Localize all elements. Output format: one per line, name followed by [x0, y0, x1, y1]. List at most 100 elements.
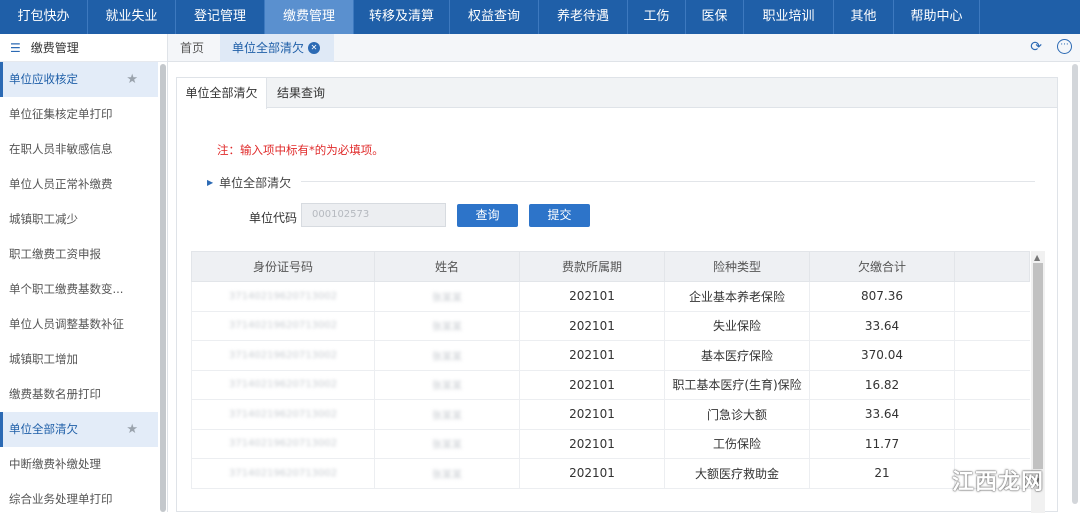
sidebar-header: ☰ 缴费管理 — [0, 34, 167, 62]
section-title-text: 单位全部清欠 — [219, 174, 291, 191]
panel-tab-result[interactable]: 结果查询 — [277, 78, 325, 108]
nav-item-gongshang[interactable]: 工伤 — [628, 0, 686, 34]
scroll-thumb[interactable] — [1033, 263, 1043, 469]
cell-amount: 11.77 — [810, 429, 955, 459]
table-row[interactable]: 37140219620713002 张某某 202101 基本医疗保险 370.… — [192, 341, 1030, 371]
unit-code-label: 单位代码 — [249, 209, 297, 226]
sidebar-item[interactable]: 城镇职工增加 — [0, 342, 158, 377]
triangle-right-icon: ▶ — [207, 178, 213, 187]
col-amount[interactable]: 欠缴合计 — [810, 252, 955, 282]
star-icon[interactable]: ★ — [126, 412, 138, 447]
panel-tabs: 单位全部清欠 结果查询 — [177, 78, 1057, 108]
col-id[interactable]: 身份证号码 — [192, 252, 375, 282]
nav-item-yibao[interactable]: 医保 — [686, 0, 744, 34]
panel-tab-qingqian[interactable]: 单位全部清欠 — [177, 78, 267, 109]
sidebar-item[interactable]: 职工缴费工资申报 — [0, 237, 158, 272]
cell-id: 37140219620713002 — [192, 370, 375, 400]
sidebar-item-label: 综合业务处理单打印 — [9, 492, 113, 506]
col-extra — [955, 252, 1030, 282]
nav-item-jiuye[interactable]: 就业失业 — [88, 0, 176, 34]
col-name[interactable]: 姓名 — [375, 252, 520, 282]
sidebar-item[interactable]: 城镇职工减少 — [0, 202, 158, 237]
submit-button[interactable]: 提交 — [529, 204, 590, 227]
sidebar-item-label: 单位应收核定 — [9, 72, 78, 86]
tab-current[interactable]: 单位全部清欠 ✕ — [220, 34, 334, 62]
cell-id: 37140219620713002 — [192, 311, 375, 341]
table-header-row: 身份证号码 姓名 费款所属期 险种类型 欠缴合计 — [192, 252, 1030, 282]
tab-current-label: 单位全部清欠 — [232, 41, 304, 55]
cell-name: 张某某 — [375, 400, 520, 430]
cell-period: 202101 — [520, 459, 665, 489]
refresh-icon[interactable]: ⟳ — [1030, 39, 1042, 55]
sidebar-item[interactable]: 单位人员调整基数补征 — [0, 307, 158, 342]
cell-id: 37140219620713002 — [192, 459, 375, 489]
cell-amount: 807.36 — [810, 282, 955, 312]
table-row[interactable]: 37140219620713002 张某某 202101 失业保险 33.64 — [192, 311, 1030, 341]
nav-item-help[interactable]: 帮助中心 — [894, 0, 980, 34]
unit-code-input[interactable]: 000102573 — [301, 203, 446, 227]
sidebar-item-label: 缴费基数名册打印 — [9, 387, 101, 401]
cell-type: 门急诊大额 — [665, 400, 810, 430]
sidebar-item-label: 单位全部清欠 — [9, 422, 78, 436]
star-icon[interactable]: ★ — [126, 62, 138, 97]
cell-type: 企业基本养老保险 — [665, 282, 810, 312]
sidebar-item[interactable]: 单位人员正常补缴费 — [0, 167, 158, 202]
sidebar-item-label: 单位人员正常补缴费 — [9, 177, 113, 191]
cell-period: 202101 — [520, 311, 665, 341]
nav-item-jiaofei[interactable]: 缴费管理 — [265, 0, 354, 34]
sidebar-item[interactable]: 单个职工缴费基数变... — [0, 272, 158, 307]
sidebar-item-label: 单个职工缴费基数变... — [9, 282, 123, 296]
sidebar-item[interactable]: 缴费基数名册打印 — [0, 377, 158, 412]
sidebar-item-label: 单位人员调整基数补征 — [9, 317, 124, 331]
nav-item-qita[interactable]: 其他 — [834, 0, 894, 34]
watermark-logo: 江西龙网 — [952, 464, 1044, 496]
cell-type: 基本医疗保险 — [665, 341, 810, 371]
table-row[interactable]: 37140219620713002 张某某 202101 门急诊大额 33.64 — [192, 400, 1030, 430]
sidebar-item-label: 城镇职工增加 — [9, 352, 78, 366]
col-type[interactable]: 险种类型 — [665, 252, 810, 282]
tab-home[interactable]: 首页 — [180, 34, 204, 62]
cell-id: 37140219620713002 — [192, 400, 375, 430]
cell-name: 张某某 — [375, 311, 520, 341]
tab-bar: 首页 单位全部清欠 ✕ ⟳ ··· — [168, 34, 1080, 62]
sidebar-item[interactable]: 单位征集核定单打印 — [0, 97, 158, 132]
nav-item-dabao[interactable]: 打包快办 — [0, 0, 88, 34]
nav-item-zhuanyi[interactable]: 转移及清算 — [354, 0, 450, 34]
col-period[interactable]: 费款所属期 — [520, 252, 665, 282]
sidebar-scrollbar[interactable] — [160, 64, 166, 512]
nav-item-zhiye[interactable]: 职业培训 — [744, 0, 834, 34]
nav-item-dengji[interactable]: 登记管理 — [176, 0, 265, 34]
sidebar: ☰ 缴费管理 单位应收核定 ★ 单位征集核定单打印 在职人员非敏感信息 单位人员… — [0, 34, 168, 512]
cell-name: 张某某 — [375, 341, 520, 371]
cell-amount: 16.82 — [810, 370, 955, 400]
section-divider — [301, 181, 1035, 182]
page-scrollbar[interactable] — [1072, 64, 1078, 504]
cell-extra — [955, 282, 1030, 312]
sidebar-item-label: 在职人员非敏感信息 — [9, 142, 113, 156]
close-icon[interactable]: ✕ — [308, 42, 320, 54]
table-row[interactable]: 37140219620713002 张某某 202101 工伤保险 11.77 — [192, 429, 1030, 459]
nav-item-yanglao[interactable]: 养老待遇 — [539, 0, 628, 34]
sidebar-item-yingshou[interactable]: 单位应收核定 ★ — [0, 62, 158, 97]
section-title: ▶ 单位全部清欠 — [207, 174, 291, 191]
sidebar-title: 缴费管理 — [31, 34, 79, 62]
table-row[interactable]: 37140219620713002 张某某 202101 大额医疗救助金 21 — [192, 459, 1030, 489]
nav-item-quanyi[interactable]: 权益查询 — [450, 0, 539, 34]
cell-type: 失业保险 — [665, 311, 810, 341]
cell-amount: 33.64 — [810, 311, 955, 341]
sidebar-item-label: 职工缴费工资申报 — [9, 247, 101, 261]
more-icon[interactable]: ··· — [1057, 39, 1072, 54]
table-row[interactable]: 37140219620713002 张某某 202101 职工基本医疗(生育)保… — [192, 370, 1030, 400]
sidebar-item-label: 城镇职工减少 — [9, 212, 78, 226]
query-button[interactable]: 查询 — [457, 204, 518, 227]
cell-id: 37140219620713002 — [192, 429, 375, 459]
menu-icon[interactable]: ☰ — [10, 34, 21, 62]
scroll-up-icon[interactable]: ▲ — [1034, 253, 1040, 262]
sidebar-item[interactable]: 综合业务处理单打印 — [0, 482, 158, 512]
cell-period: 202101 — [520, 341, 665, 371]
top-nav: 打包快办 就业失业 登记管理 缴费管理 转移及清算 权益查询 养老待遇 工伤 医… — [0, 0, 1080, 34]
sidebar-item[interactable]: 在职人员非敏感信息 — [0, 132, 158, 167]
table-row[interactable]: 37140219620713002 张某某 202101 企业基本养老保险 80… — [192, 282, 1030, 312]
sidebar-item[interactable]: 中断缴费补缴处理 — [0, 447, 158, 482]
sidebar-item-qingqian[interactable]: 单位全部清欠 ★ — [0, 412, 158, 447]
